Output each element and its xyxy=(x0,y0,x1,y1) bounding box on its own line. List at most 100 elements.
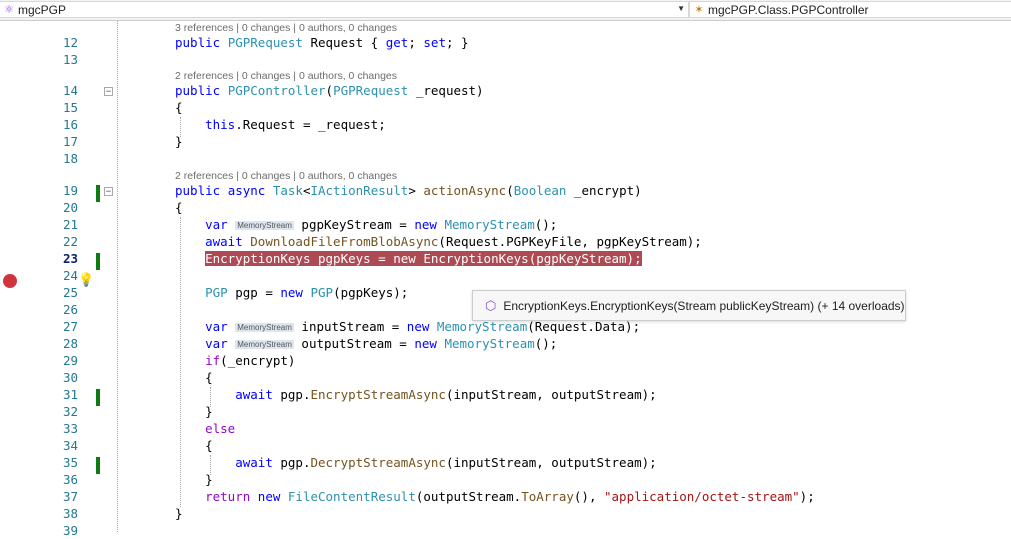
code-line[interactable]: 19 public async Task<IActionResult> actio… xyxy=(0,182,1011,199)
code-token: (); xyxy=(534,336,558,351)
code-token: inputStream = xyxy=(293,319,407,334)
code-line[interactable]: 37 return new FileContentResult(outputSt… xyxy=(0,488,1011,505)
line-number: 15 xyxy=(62,100,78,115)
code-text: } xyxy=(175,133,183,150)
code-text: if(_encrypt) xyxy=(175,352,295,369)
code-editor[interactable]: 12 public PGPRequest Request { get; set; … xyxy=(0,21,1011,538)
code-text: this.Request = _request; xyxy=(175,116,386,133)
line-number: 20 xyxy=(62,200,78,215)
project-dropdown[interactable]: ⚛ mgcPGP ▼ xyxy=(0,1,689,18)
code-line[interactable]: 30 { xyxy=(0,369,1011,386)
code-token: EncryptionKeys pgpKeys = new EncryptionK… xyxy=(205,251,642,266)
breakpoint-icon[interactable] xyxy=(3,274,17,288)
code-token: new xyxy=(257,489,288,504)
collapse-toggle[interactable]: − xyxy=(104,187,113,197)
line-number: 23 xyxy=(62,251,78,266)
code-line[interactable]: 14 public PGPController(PGPRequest _reque… xyxy=(0,82,1011,99)
codelens-references[interactable]: 3 references | 0 changes | 0 authors, 0 … xyxy=(175,21,397,35)
indent-guide xyxy=(210,455,211,475)
code-token: (outputStream. xyxy=(415,489,522,504)
indent-guide xyxy=(180,217,181,507)
code-text: else xyxy=(175,420,235,437)
code-token: public xyxy=(175,183,228,198)
line-number: 28 xyxy=(62,336,78,351)
code-token: (pgpKeys); xyxy=(333,285,409,300)
signature-tooltip: ⬡ EncryptionKeys.EncryptionKeys(Stream p… xyxy=(472,290,906,321)
code-token: { xyxy=(175,100,183,115)
code-line[interactable]: 29 if(_encrypt) xyxy=(0,352,1011,369)
code-token: return xyxy=(205,489,258,504)
code-token: EncryptStreamAsync xyxy=(310,387,446,402)
member-dropdown[interactable]: ✶ mgcPGP.Class.PGPController xyxy=(689,1,1011,18)
line-number: 17 xyxy=(62,134,78,149)
collapse-toggle[interactable]: − xyxy=(104,87,113,97)
code-line[interactable]: 23 EncryptionKeys pgpKeys = new Encrypti… xyxy=(0,250,1011,267)
inline-type-hint: MemoryStream xyxy=(235,221,294,230)
code-line[interactable]: 38} xyxy=(0,505,1011,522)
code-line[interactable]: 36 } xyxy=(0,471,1011,488)
code-line[interactable]: 33 else xyxy=(0,420,1011,437)
line-number: 25 xyxy=(62,285,78,300)
code-token: (); xyxy=(534,217,558,232)
code-token: var xyxy=(205,217,236,232)
code-line[interactable]: 12 public PGPRequest Request { get; set; … xyxy=(0,34,1011,51)
code-text: var MemoryStream pgpKeyStream = new Memo… xyxy=(175,216,557,234)
code-line[interactable]: 20 { xyxy=(0,199,1011,216)
line-number: 29 xyxy=(62,353,78,368)
code-line[interactable]: 24 xyxy=(0,267,1011,284)
code-text: await pgp.EncryptStreamAsync(inputStream… xyxy=(175,386,656,403)
line-number: 34 xyxy=(62,438,78,453)
chevron-down-icon: ▼ xyxy=(677,4,685,13)
code-token: } xyxy=(175,134,183,149)
code-line[interactable]: 21 var MemoryStream pgpKeyStream = new M… xyxy=(0,216,1011,233)
code-token: DownloadFileFromBlobAsync xyxy=(250,234,439,249)
code-line[interactable]: 18 xyxy=(0,150,1011,167)
line-number: 27 xyxy=(62,319,78,334)
project-icon: ⚛ xyxy=(4,4,14,16)
line-number: 36 xyxy=(62,472,78,487)
code-line[interactable]: 15 { xyxy=(0,99,1011,116)
code-line[interactable]: 39 xyxy=(0,522,1011,539)
code-token: new xyxy=(414,217,445,232)
code-line[interactable]: 13 xyxy=(0,51,1011,68)
code-line[interactable]: 32 } xyxy=(0,403,1011,420)
code-token: new xyxy=(414,336,445,351)
code-token: get xyxy=(385,35,409,50)
code-token: Request { xyxy=(302,35,386,50)
tooltip-text: EncryptionKeys.EncryptionKeys(Stream pub… xyxy=(503,298,905,313)
code-token: MemoryStream xyxy=(444,336,535,351)
line-number: 32 xyxy=(62,404,78,419)
lightbulb-icon[interactable]: 💡 xyxy=(78,273,94,288)
code-token: PGP xyxy=(205,285,228,300)
code-token: PGP xyxy=(310,285,334,300)
codelens-references[interactable]: 2 references | 0 changes | 0 authors, 0 … xyxy=(175,169,397,183)
line-number: 31 xyxy=(62,387,78,402)
code-token: await xyxy=(235,387,281,402)
code-line[interactable]: 28 var MemoryStream outputStream = new M… xyxy=(0,335,1011,352)
code-line[interactable]: 22 await DownloadFileFromBlobAsync(Reque… xyxy=(0,233,1011,250)
code-token: outputStream = xyxy=(293,336,415,351)
line-number: 38 xyxy=(62,506,78,521)
code-text: { xyxy=(175,199,183,216)
code-token: var xyxy=(205,319,236,334)
code-token: if xyxy=(205,353,221,368)
code-token: pgp. xyxy=(280,387,311,402)
code-token: } xyxy=(175,506,183,521)
line-number: 33 xyxy=(62,421,78,436)
code-line[interactable]: 17} xyxy=(0,133,1011,150)
indent-guide xyxy=(210,387,211,407)
code-token: ; xyxy=(408,35,424,50)
line-number: 13 xyxy=(62,52,78,67)
code-text: } xyxy=(175,505,183,522)
code-line[interactable]: 31 await pgp.EncryptStreamAsync(inputStr… xyxy=(0,386,1011,403)
code-line[interactable]: 34 { xyxy=(0,437,1011,454)
code-line[interactable]: 35 await pgp.DecryptStreamAsync(inputStr… xyxy=(0,454,1011,471)
codelens-references[interactable]: 2 references | 0 changes | 0 authors, 0 … xyxy=(175,69,397,83)
navigation-bar: ⚛ mgcPGP ▼ ✶ mgcPGP.Class.PGPController xyxy=(0,0,1011,21)
code-line[interactable]: 16 this.Request = _request; xyxy=(0,116,1011,133)
code-token: ( xyxy=(325,83,334,98)
code-token: ; } xyxy=(445,35,469,50)
change-bar xyxy=(96,457,100,474)
